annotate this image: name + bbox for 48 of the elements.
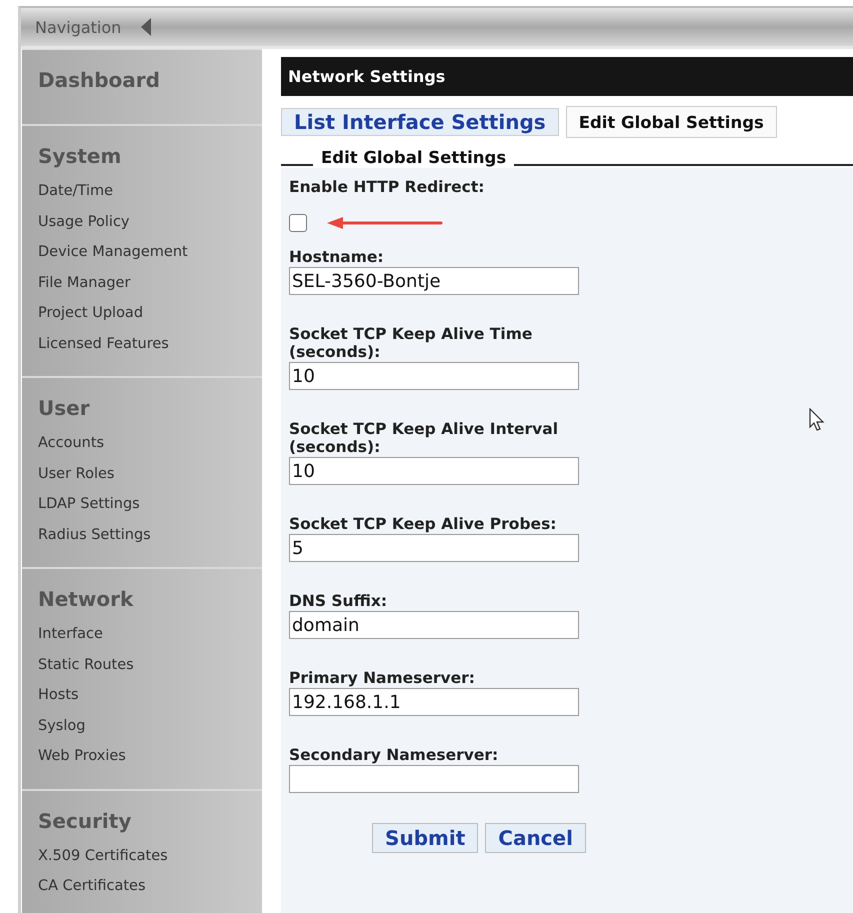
input-field[interactable]: 192.168.1.1 — [289, 688, 579, 716]
sidebar-item[interactable]: User Roles — [38, 458, 262, 489]
form-button[interactable]: Submit — [372, 823, 478, 853]
sidebar-item[interactable]: Project Upload — [38, 298, 262, 328]
sidebar-item[interactable]: Licensed Features — [38, 328, 262, 359]
form-button[interactable]: Cancel — [485, 823, 586, 853]
arrow-icon — [327, 216, 443, 230]
tab[interactable]: Edit Global Settings — [566, 106, 777, 138]
sidebar-item[interactable]: Static Routes — [38, 650, 262, 680]
field-label: Primary Nameserver: — [289, 669, 476, 687]
input-field[interactable]: 10 — [289, 362, 579, 390]
field-label: Secondary Nameserver: — [289, 746, 500, 764]
sidebar-item[interactable]: Radius Settings — [38, 520, 262, 550]
sidebar-item[interactable]: Interface — [38, 619, 262, 650]
field-label: Hostname: — [289, 248, 385, 266]
panel-title: Network Settings — [288, 67, 446, 86]
sidebar-item[interactable]: CA Certificates — [38, 871, 262, 902]
tab[interactable]: List Interface Settings — [281, 108, 559, 136]
sidebar-item[interactable]: Usage Policy — [38, 206, 262, 237]
sidebar-item[interactable]: Accounts — [38, 428, 262, 458]
field-label: DNS Suffix: — [289, 592, 388, 610]
sidebar-item[interactable]: Date/Time — [38, 176, 262, 206]
section-legend: Edit Global Settings — [321, 148, 506, 168]
field-label: Socket TCP Keep Alive Probes: — [289, 515, 558, 533]
cursor-icon — [809, 408, 825, 432]
input-field[interactable]: domain — [289, 611, 579, 639]
input-field[interactable]: SEL-3560-Bontje — [289, 267, 579, 295]
sidebar-heading[interactable]: User — [38, 396, 262, 420]
sidebar-item[interactable]: Web Proxies — [38, 741, 262, 772]
sidebar-heading[interactable]: Dashboard — [38, 68, 262, 92]
field-label: Socket TCP Keep Alive Interval (seconds): — [289, 420, 560, 456]
input-field[interactable]: 5 — [289, 534, 579, 562]
sidebar-item[interactable]: Syslog — [38, 710, 262, 741]
sidebar-item[interactable]: LDAP Settings — [38, 489, 262, 520]
navigation-title: Navigation — [35, 18, 122, 36]
field-label: Socket TCP Keep Alive Time (seconds): — [289, 325, 534, 361]
sidebar-heading[interactable]: Security — [38, 808, 262, 832]
field-label: Enable HTTP Redirect: — [289, 178, 486, 196]
sidebar-item[interactable]: X.509 Certificates — [38, 840, 262, 871]
collapse-icon[interactable] — [141, 18, 152, 36]
input-field[interactable]: 10 — [289, 457, 579, 485]
checkbox[interactable] — [289, 214, 307, 232]
sidebar-item[interactable]: File Manager — [38, 268, 262, 298]
sidebar-item[interactable]: Hosts — [38, 680, 262, 710]
input-field[interactable] — [289, 765, 579, 793]
sidebar-heading[interactable]: Network — [38, 587, 262, 611]
sidebar-heading[interactable]: System — [38, 144, 262, 168]
sidebar-item[interactable]: Device Management — [38, 237, 262, 268]
